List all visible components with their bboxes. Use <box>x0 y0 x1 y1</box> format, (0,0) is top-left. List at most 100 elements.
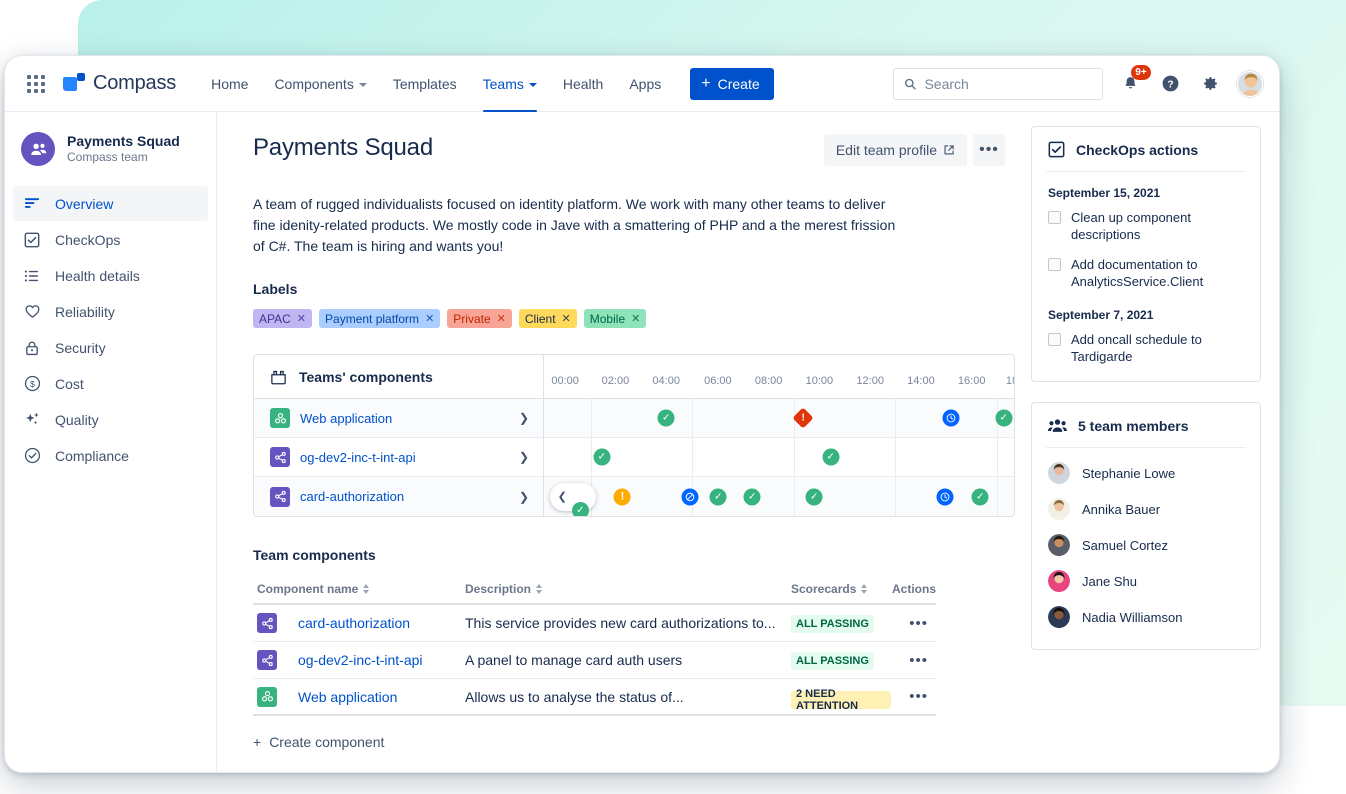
nav-item-teams[interactable]: Teams <box>470 56 550 112</box>
timeline-marker-ok[interactable]: ✓ <box>593 449 610 466</box>
checkops-action-item[interactable]: Clean up component descriptions <box>1048 209 1244 243</box>
nav-item-home[interactable]: Home <box>198 56 261 112</box>
row-actions-button[interactable]: ••• <box>909 615 928 632</box>
timeline-marker-ok[interactable]: ✓ <box>658 410 675 427</box>
sort-icon[interactable] <box>861 584 867 594</box>
chevron-right-icon[interactable]: ❯ <box>519 490 529 504</box>
label-chip[interactable]: Mobile ✕ <box>584 309 647 328</box>
sidebar-item-checkops[interactable]: CheckOps <box>13 222 208 257</box>
nav-item-health[interactable]: Health <box>550 56 616 112</box>
app-switcher-icon[interactable] <box>23 71 49 97</box>
timeline-marker-info[interactable] <box>681 488 698 505</box>
sidebar-item-overview[interactable]: Overview <box>13 186 208 221</box>
team-member-row[interactable]: Samuel Cortez <box>1048 527 1244 563</box>
timeline-track[interactable]: ✓ ✓ <box>544 438 1014 477</box>
timeline-marker-ok[interactable]: ✓ <box>822 449 839 466</box>
help-button[interactable]: ? <box>1157 71 1183 97</box>
label-chip-text: Payment platform <box>325 312 419 326</box>
close-icon[interactable]: ✕ <box>297 312 306 325</box>
label-chip[interactable]: APAC ✕ <box>253 309 312 328</box>
settings-button[interactable] <box>1197 71 1223 97</box>
sort-icon[interactable] <box>536 584 542 594</box>
label-chip[interactable]: Private ✕ <box>447 309 512 328</box>
team-member-row[interactable]: Stephanie Lowe <box>1048 460 1244 491</box>
list-icon <box>23 267 41 285</box>
timeline-component-link[interactable]: Web application <box>300 411 392 426</box>
timeline-scroll-left-pill[interactable]: ❮ ✓ <box>550 483 596 511</box>
close-icon[interactable]: ✕ <box>562 312 571 325</box>
create-component-button[interactable]: + Create component <box>253 734 384 750</box>
search-input[interactable] <box>924 76 1092 92</box>
timeline-marker-info[interactable] <box>943 410 960 427</box>
nav-item-apps[interactable]: Apps <box>616 56 674 112</box>
timeline-component-row[interactable]: og-dev2-inc-t-int-api ❯ <box>254 438 543 477</box>
timeline-marker-ok[interactable]: ✓ <box>572 502 589 516</box>
sidebar-item-reliability[interactable]: Reliability <box>13 294 208 329</box>
label-chip-text: Private <box>453 312 490 326</box>
checkops-action-item[interactable]: Add documentation to AnalyticsService.Cl… <box>1048 256 1244 290</box>
close-icon[interactable]: ✕ <box>631 312 640 325</box>
search-box[interactable] <box>893 68 1103 100</box>
team-member-name: Jane Shu <box>1082 574 1137 589</box>
timeline-marker-warning[interactable]: ! <box>614 488 631 505</box>
timeline-marker-ok[interactable]: ✓ <box>806 488 823 505</box>
nav-item-components[interactable]: Components <box>261 56 379 112</box>
timeline-marker-info[interactable] <box>936 488 953 505</box>
timeline-marker-critical[interactable]: ! <box>792 407 813 428</box>
chevron-right-icon[interactable]: ❯ <box>519 450 529 464</box>
label-chip[interactable]: Payment platform ✕ <box>319 309 440 328</box>
timeline-component-link[interactable]: og-dev2-inc-t-int-api <box>300 450 416 465</box>
nav-item-home-label: Home <box>211 76 248 92</box>
edit-team-profile-button[interactable]: Edit team profile <box>824 134 967 166</box>
checkops-card-title: CheckOps actions <box>1076 142 1198 158</box>
timeline-component-link[interactable]: card-authorization <box>300 489 404 504</box>
team-member-row[interactable]: Jane Shu <box>1048 563 1244 599</box>
checkops-action-item[interactable]: Add oncall schedule to Tardigarde <box>1048 331 1244 365</box>
checkbox-input[interactable] <box>1048 333 1061 346</box>
nav-item-templates[interactable]: Templates <box>380 56 470 112</box>
row-actions-button[interactable]: ••• <box>909 688 928 705</box>
sidebar-item-quality[interactable]: Quality <box>13 402 208 437</box>
sidebar-item-cost[interactable]: $ Cost <box>13 366 208 401</box>
close-icon[interactable]: ✕ <box>497 312 506 325</box>
sidebar-team-header[interactable]: Payments Squad Compass team <box>5 126 216 182</box>
timeline-marker-ok[interactable]: ✓ <box>744 488 761 505</box>
close-icon[interactable]: ✕ <box>425 312 434 325</box>
column-header-component-name[interactable]: Component name <box>253 582 465 596</box>
timeline-track[interactable]: ✓ ! ✓ <box>544 399 1014 438</box>
label-chip-text: APAC <box>259 312 291 326</box>
sidebar-item-security[interactable]: Security <box>13 330 208 365</box>
timeline-marker-ok[interactable]: ✓ <box>995 410 1012 427</box>
help-icon: ? <box>1161 74 1180 93</box>
sidebar-item-compliance[interactable]: Compliance <box>13 438 208 473</box>
more-actions-button[interactable]: ••• <box>973 134 1005 166</box>
timeline-track[interactable]: ❮ ✓ ! ✓ <box>544 477 1014 516</box>
create-button[interactable]: + Create <box>690 68 773 100</box>
notification-badge: 9+ <box>1131 65 1151 80</box>
checkbox-input[interactable] <box>1048 258 1061 271</box>
notifications-button[interactable]: 9+ <box>1117 71 1143 97</box>
table-row[interactable]: card-authorization This service provides… <box>253 605 936 642</box>
component-link[interactable]: og-dev2-inc-t-int-api <box>298 652 423 668</box>
team-member-row[interactable]: Nadia Williamson <box>1048 599 1244 635</box>
table-row[interactable]: og-dev2-inc-t-int-api A panel to manage … <box>253 642 936 679</box>
chevron-right-icon[interactable]: ❯ <box>519 411 529 425</box>
timeline-component-row[interactable]: card-authorization ❯ <box>254 477 543 516</box>
column-header-scorecards[interactable]: Scorecards <box>791 582 891 596</box>
team-member-row[interactable]: Annika Bauer <box>1048 491 1244 527</box>
column-header-description[interactable]: Description <box>465 582 791 596</box>
chevron-left-icon[interactable]: ❮ <box>558 490 567 503</box>
brand-logo[interactable]: Compass <box>63 72 176 95</box>
component-link[interactable]: card-authorization <box>298 615 410 631</box>
timeline-marker-ok[interactable]: ✓ <box>710 488 727 505</box>
timeline-component-row[interactable]: Web application ❯ <box>254 399 543 438</box>
component-link[interactable]: Web application <box>298 689 397 705</box>
user-avatar[interactable] <box>1237 71 1263 97</box>
sort-icon[interactable] <box>363 584 369 594</box>
label-chip[interactable]: Client ✕ <box>519 309 577 328</box>
sidebar-item-health-details[interactable]: Health details <box>13 258 208 293</box>
checkbox-input[interactable] <box>1048 211 1061 224</box>
timeline-marker-ok[interactable]: ✓ <box>972 488 989 505</box>
row-actions-button[interactable]: ••• <box>909 652 928 669</box>
table-row[interactable]: Web application Allows us to analyse the… <box>253 679 936 716</box>
